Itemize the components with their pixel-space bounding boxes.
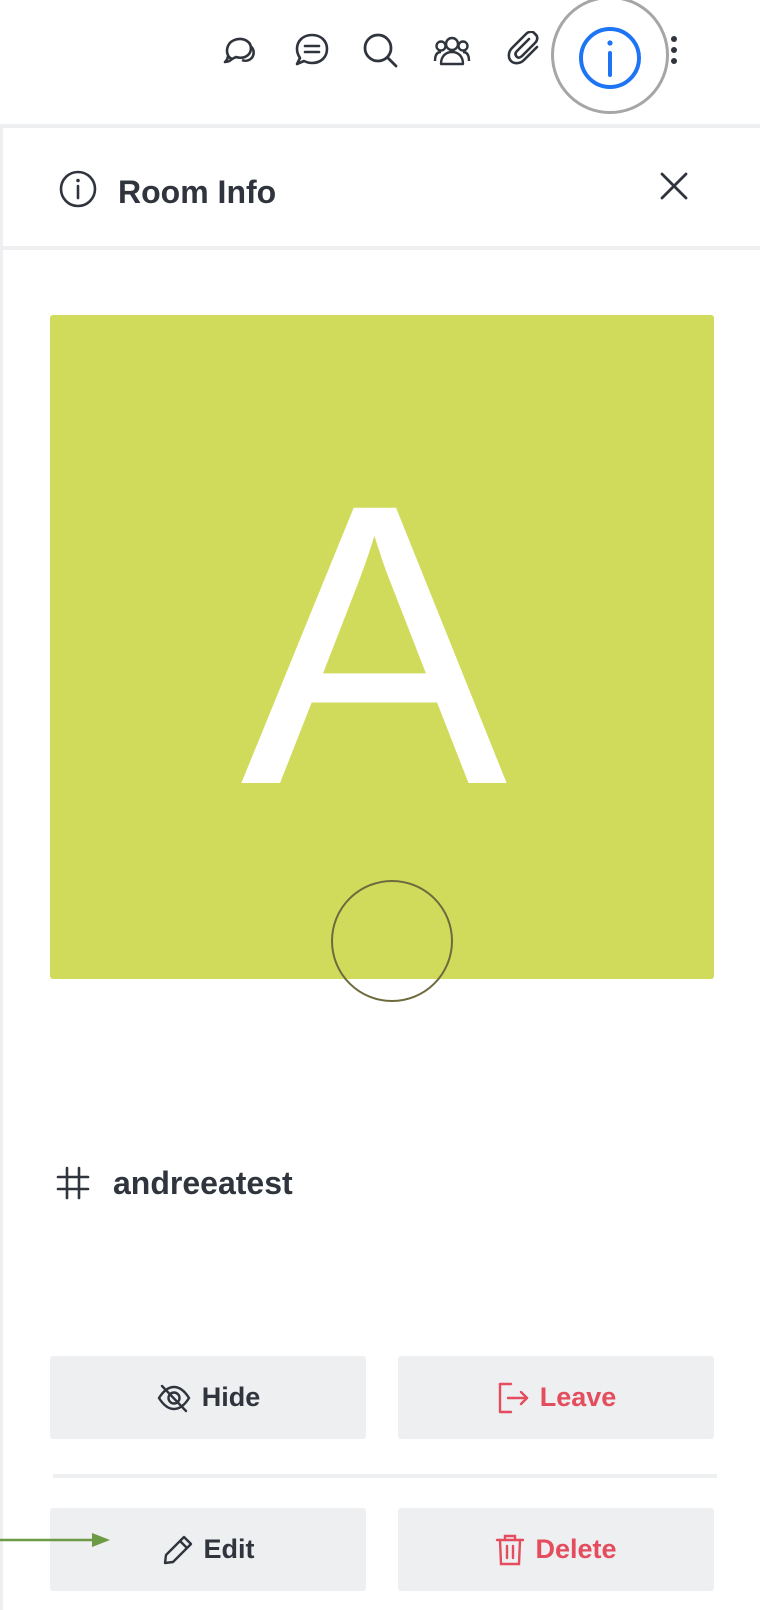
room-name: andreeatest	[113, 1165, 293, 1201]
edit-label: Edit	[203, 1534, 255, 1564]
info-icon	[59, 170, 97, 213]
trash-icon	[496, 1534, 525, 1565]
attachment-icon[interactable]	[503, 28, 547, 72]
threads-icon[interactable]	[218, 28, 262, 72]
close-icon[interactable]	[658, 170, 698, 210]
kebab-menu-icon[interactable]	[662, 28, 686, 72]
pointer-arrow	[0, 1533, 110, 1547]
touch-indicator	[331, 880, 453, 1002]
leave-label: Leave	[539, 1382, 617, 1412]
hash-icon	[55, 1165, 91, 1206]
pencil-icon	[163, 1535, 192, 1564]
hide-button[interactable]: Hide	[50, 1356, 366, 1439]
eye-off-icon	[157, 1384, 191, 1412]
avatar-letter: A	[241, 421, 510, 868]
svg-text:A: A	[241, 421, 510, 868]
search-icon[interactable]	[358, 28, 402, 72]
actions-divider	[53, 1474, 717, 1478]
room-avatar: A	[50, 315, 714, 979]
delete-button[interactable]: Delete	[398, 1508, 714, 1591]
room-info-panel: Room Info A andreeatest Hide Leave Edit …	[0, 124, 760, 1610]
delete-label: Delete	[535, 1534, 617, 1564]
leave-icon	[498, 1382, 528, 1413]
leave-button[interactable]: Leave	[398, 1356, 714, 1439]
room-toolbar	[0, 0, 760, 124]
info-icon[interactable]	[568, 16, 652, 100]
hide-label: Hide	[201, 1382, 261, 1412]
panel-title: Room Info	[118, 174, 277, 210]
members-icon[interactable]	[430, 28, 474, 72]
panel-header: Room Info	[3, 128, 760, 250]
discussion-icon[interactable]	[290, 28, 334, 72]
